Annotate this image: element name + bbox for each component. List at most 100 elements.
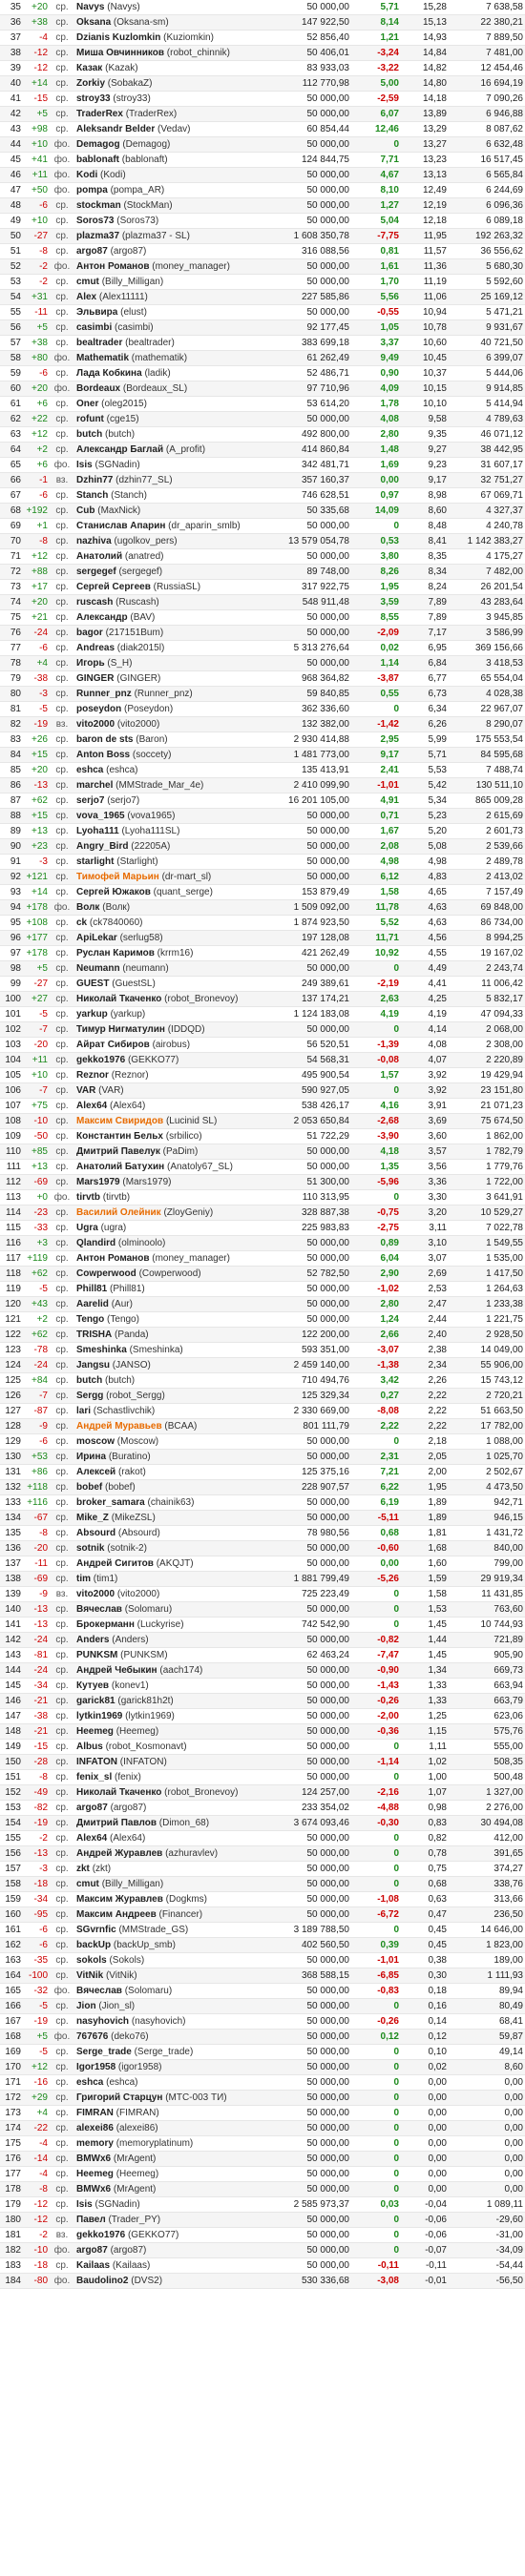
participant-cell[interactable]: sergegef (sergegef) (74, 564, 273, 580)
participant-cell[interactable]: Кутуев (konev1) (74, 1678, 273, 1694)
participant-name-link[interactable]: Anders (76, 1635, 109, 1645)
participant-cell[interactable]: serjo7 (serjo7) (74, 793, 273, 809)
participant-name-link[interactable]: Cub (76, 505, 94, 516)
participant-name-link[interactable]: baron de sts (76, 734, 133, 745)
participant-name-link[interactable]: sotnik (76, 1543, 104, 1554)
participant-cell[interactable]: rofunt (cge15) (74, 411, 273, 427)
participant-name-link[interactable]: Angry_Bird (76, 841, 128, 852)
participant-name-link[interactable]: Вячеслав (76, 1604, 122, 1615)
participant-cell[interactable]: Айрат Сибиров (airobus) (74, 1037, 273, 1053)
participant-name-link[interactable]: Mike_Z (76, 1513, 109, 1523)
participant-name-link[interactable]: Reznor (76, 1070, 109, 1081)
participant-name-link[interactable]: argo87 (76, 2245, 108, 2256)
participant-cell[interactable]: VAR (VAR) (74, 1082, 273, 1099)
participant-name-link[interactable]: zkt (76, 1864, 90, 1874)
participant-cell[interactable]: Ugra (ugra) (74, 1220, 273, 1236)
participant-cell[interactable]: Dzhin77 (dzhin77_SL) (74, 472, 273, 488)
participant-name-link[interactable]: Kailaas (76, 2260, 110, 2271)
participant-cell[interactable]: tim (tim1) (74, 1571, 273, 1587)
participant-name-link[interactable]: Кутуев (76, 1680, 109, 1691)
participant-name-link[interactable]: Sergg (76, 1391, 103, 1401)
participant-name-link[interactable]: Максим Свиридов (76, 1116, 163, 1126)
participant-cell[interactable]: lytkin1969 (lytkin1969) (74, 1708, 273, 1724)
participant-name-link[interactable]: butch (76, 1375, 102, 1386)
participant-cell[interactable]: Лада Кобкина (ladik) (74, 365, 273, 381)
participant-cell[interactable]: Heemeg (Heemeg) (74, 1723, 273, 1740)
participant-cell[interactable]: FIMRAN (FIMRAN) (74, 2105, 273, 2121)
participant-cell[interactable]: ruscash (Ruscash) (74, 594, 273, 610)
participant-name-link[interactable]: gekko1976 (76, 2230, 125, 2240)
participant-name-link[interactable]: Phill81 (76, 1284, 107, 1294)
participant-cell[interactable]: casimbi (casimbi) (74, 319, 273, 336)
participant-name-link[interactable]: argo87 (76, 246, 108, 257)
participant-name-link[interactable]: alexei86 (76, 2123, 114, 2133)
participant-name-link[interactable]: Demagog (76, 139, 120, 150)
participant-cell[interactable]: Mike_Z (MikeZSL) (74, 1510, 273, 1526)
participant-name-link[interactable]: Heemeg (76, 2169, 114, 2179)
participant-name-link[interactable]: Kodi (76, 170, 97, 180)
participant-cell[interactable]: TRISHA (Panda) (74, 1327, 273, 1343)
participant-name-link[interactable]: Андрей Муравьев (76, 1421, 162, 1432)
participant-cell[interactable]: eshca (eshca) (74, 762, 273, 778)
participant-cell[interactable]: Jion (Jion_sl) (74, 1998, 273, 2014)
participant-cell[interactable]: Anton Boss (soccety) (74, 747, 273, 763)
participant-name-link[interactable]: memory (76, 2138, 114, 2149)
participant-cell[interactable]: TraderRex (TraderRex) (74, 106, 273, 122)
participant-name-link[interactable]: ck (76, 917, 87, 928)
participant-name-link[interactable]: tim (76, 1574, 91, 1584)
participant-cell[interactable]: Navys (Navys) (74, 0, 273, 15)
participant-cell[interactable]: garick81 (garick81h2t) (74, 1693, 273, 1709)
participant-cell[interactable]: Absourd (Absourd) (74, 1525, 273, 1541)
participant-cell[interactable]: ck (ck7840060) (74, 915, 273, 931)
participant-cell[interactable]: Волк (Волк) (74, 899, 273, 916)
participant-name-link[interactable]: Максим Андреев (76, 1909, 157, 1920)
participant-cell[interactable]: Анатолий (anatred) (74, 548, 273, 565)
participant-cell[interactable]: Mars1979 (Mars1979) (74, 1174, 273, 1190)
participant-cell[interactable]: bobef (bobef) (74, 1479, 273, 1495)
participant-name-link[interactable]: Tengo (76, 1314, 104, 1325)
participant-cell[interactable]: Phill81 (Phill81) (74, 1281, 273, 1297)
participant-cell[interactable]: Tengo (Tengo) (74, 1311, 273, 1328)
participant-cell[interactable]: Alex (Alex11111) (74, 289, 273, 305)
participant-name-link[interactable]: FIMRAN (76, 2108, 114, 2118)
participant-name-link[interactable]: sokols (76, 1955, 107, 1966)
participant-cell[interactable]: bealtrader (bealtrader) (74, 335, 273, 351)
participant-cell[interactable]: Дмитрий Павлов (Dimon_68) (74, 1815, 273, 1831)
participant-name-link[interactable]: ApiLekar (76, 933, 117, 943)
participant-cell[interactable]: vito2000 (vito2000) (74, 1586, 273, 1602)
participant-cell[interactable]: bablonaft (bablonaft) (74, 152, 273, 168)
participant-name-link[interactable]: Станислав Апарин (76, 521, 165, 531)
participant-cell[interactable]: stroy33 (stroy33) (74, 91, 273, 107)
participant-cell[interactable]: Станислав Апарин (dr_aparin_smlb) (74, 518, 273, 534)
participant-name-link[interactable]: BMWx6 (76, 2154, 111, 2164)
participant-cell[interactable]: cmut (Billy_Milligan) (74, 1876, 273, 1892)
participant-name-link[interactable]: Сергей Сергеев (76, 582, 151, 592)
participant-cell[interactable]: Zorkiy (SobakaZ) (74, 75, 273, 92)
participant-name-link[interactable]: Дмитрий Павлов (76, 1818, 157, 1828)
participant-name-link[interactable]: Айрат Сибиров (76, 1040, 150, 1050)
participant-name-link[interactable]: Aleksandr Belder (76, 124, 155, 134)
participant-cell[interactable]: pompa (pompa_AR) (74, 182, 273, 198)
participant-cell[interactable]: Mathematik (mathematik) (74, 350, 273, 366)
participant-name-link[interactable]: Григорий Старцун (76, 2092, 162, 2103)
participant-name-link[interactable]: bablonaft (76, 155, 119, 165)
participant-cell[interactable]: stockman (StockMan) (74, 197, 273, 214)
participant-name-link[interactable]: garick81 (76, 1696, 116, 1706)
participant-name-link[interactable]: Heemeg (76, 1726, 114, 1737)
participant-name-link[interactable]: Андрей Журавлев (76, 1848, 162, 1859)
participant-cell[interactable]: GINGER (GINGER) (74, 670, 273, 687)
participant-cell[interactable]: Isis (SGNadin) (74, 2196, 273, 2213)
participant-cell[interactable]: poseydon (Poseydon) (74, 701, 273, 717)
participant-name-link[interactable]: bobef (76, 1482, 102, 1493)
participant-name-link[interactable]: Jion (76, 2001, 96, 2011)
participant-cell[interactable]: cmut (Billy_Milligan) (74, 274, 273, 290)
participant-name-link[interactable]: Миша Овчинников (76, 48, 164, 58)
participant-name-link[interactable]: Andreas (76, 643, 115, 653)
participant-name-link[interactable]: Baudolino2 (76, 2276, 128, 2286)
participant-cell[interactable]: Миша Овчинников (robot_chinnik) (74, 45, 273, 61)
participant-cell[interactable]: vova_1965 (vova1965) (74, 808, 273, 824)
participant-name-link[interactable]: Navys (76, 2, 104, 12)
participant-cell[interactable]: Тимур Нигматулин (IDDQD) (74, 1021, 273, 1038)
participant-cell[interactable]: Максим Андреев (Financer) (74, 1906, 273, 1923)
participant-cell[interactable]: nazhiva (ugolkov_pers) (74, 533, 273, 549)
